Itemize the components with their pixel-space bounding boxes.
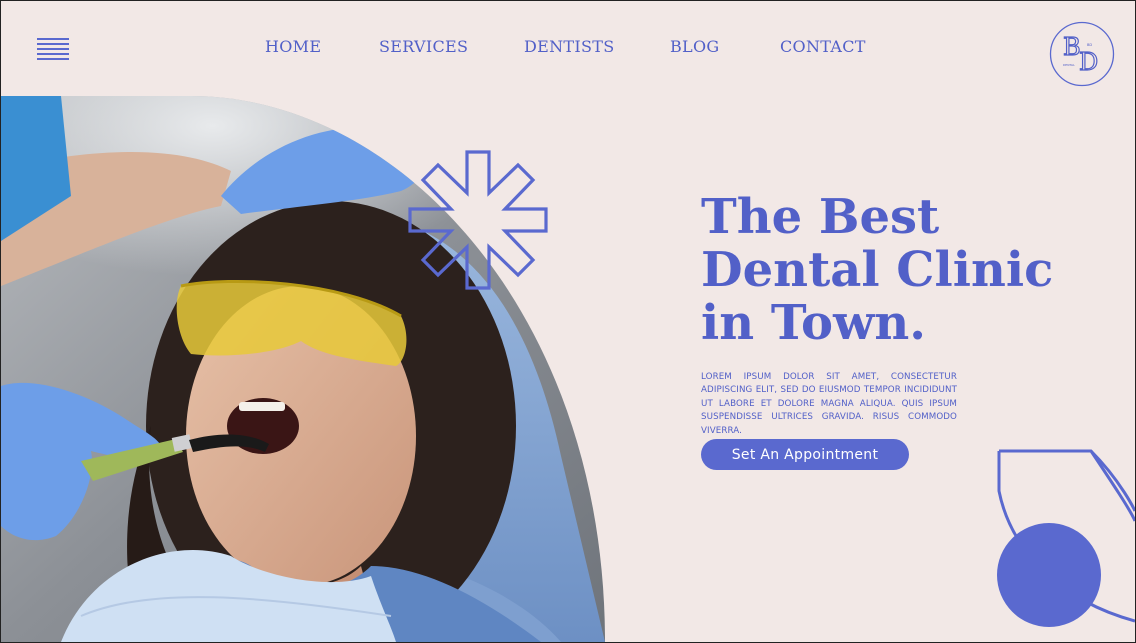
nav-link-dentists[interactable]: DENTISTS xyxy=(524,37,615,56)
hero-headline: The Best Dental Clinic in Town. xyxy=(701,191,1121,350)
headline-line-1: The Best xyxy=(701,189,940,245)
set-appointment-button[interactable]: Set An Appointment xyxy=(701,439,909,470)
nav-link-services[interactable]: SERVICES xyxy=(379,37,468,56)
svg-text:D: D xyxy=(1079,48,1098,76)
asterisk-outline-icon xyxy=(408,150,548,290)
clinic-logo[interactable]: B D BD DENTAL xyxy=(1049,21,1115,87)
hero-description: LOREM IPSUM DOLOR SIT AMET, CONSECTETUR … xyxy=(701,372,957,436)
geometric-decoration xyxy=(997,449,1135,627)
nav-link-contact[interactable]: CONTACT xyxy=(780,37,866,56)
headline-line-3: in Town. xyxy=(701,295,926,351)
nav-link-home[interactable]: HOME xyxy=(265,37,321,56)
headline-line-2: Dental Clinic xyxy=(701,242,1054,298)
logo-small-bottom: DENTAL xyxy=(1063,63,1075,67)
logo-small-top: BD xyxy=(1087,43,1092,47)
svg-text:B: B xyxy=(1063,33,1081,61)
nav-link-blog[interactable]: BLOG xyxy=(670,37,719,56)
main-nav: HOME SERVICES DENTISTS BLOG CONTACT xyxy=(1,37,1135,61)
landing-page: HOME SERVICES DENTISTS BLOG CONTACT B D … xyxy=(1,1,1135,642)
